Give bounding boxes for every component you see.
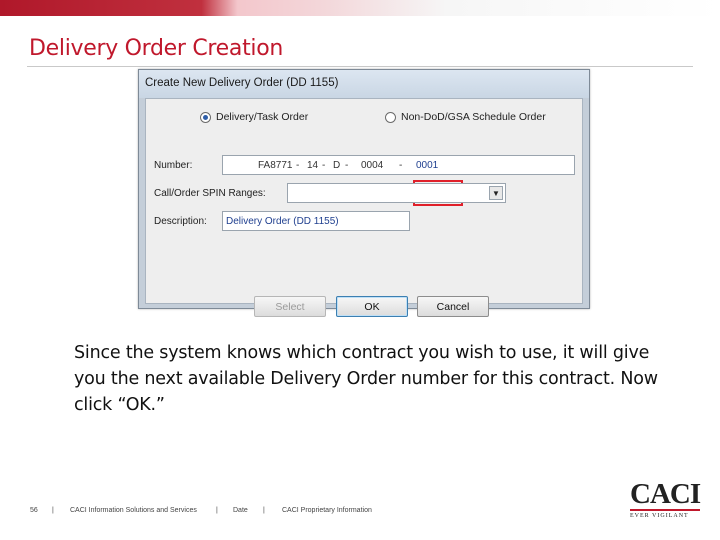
number-segment-prefix: FA8771	[258, 160, 293, 171]
number-label: Number:	[154, 160, 193, 171]
footer-separator: |	[52, 507, 54, 514]
radio-selected-icon	[200, 111, 211, 123]
ok-button[interactable]: OK	[336, 296, 408, 317]
spin-ranges-label: Call/Order SPIN Ranges:	[154, 188, 266, 199]
number-separator: -	[399, 160, 403, 171]
radio-non-dod-gsa-order[interactable]: Non-DoD/GSA Schedule Order	[385, 111, 546, 123]
number-segment-year: 14	[307, 160, 319, 171]
description-label: Description:	[154, 216, 207, 227]
number-field[interactable]: FA8771 - 14 - D - 0004 - 0001	[222, 155, 575, 175]
footer-proprietary: CACI Proprietary Information	[282, 507, 372, 514]
slide-title: Delivery Order Creation	[29, 36, 284, 61]
create-delivery-order-dialog: Create New Delivery Order (DD 1155) Deli…	[138, 69, 590, 317]
radio-unselected-icon	[385, 111, 396, 123]
number-separator: -	[296, 160, 300, 171]
number-separator: -	[322, 160, 326, 171]
number-segment-serial: 0004	[361, 160, 384, 171]
caci-logo: CACI EVER VIGILANT	[630, 480, 702, 519]
footer-date: Date	[233, 507, 248, 514]
instruction-caption: Since the system knows which contract yo…	[74, 343, 658, 415]
top-accent-bar	[0, 0, 720, 16]
number-segment-order: 0001	[416, 160, 439, 171]
radio-label: Non-DoD/GSA Schedule Order	[401, 111, 546, 123]
footer-separator: |	[216, 507, 218, 514]
select-button[interactable]: Select	[254, 296, 326, 317]
cancel-button[interactable]: Cancel	[417, 296, 489, 317]
dialog-title: Create New Delivery Order (DD 1155)	[145, 77, 339, 89]
dialog-body: Delivery/Task Order Non-DoD/GSA Schedule…	[145, 98, 583, 317]
description-value: Delivery Order (DD 1155)	[226, 216, 339, 227]
description-input[interactable]: Delivery Order (DD 1155)	[222, 211, 410, 231]
radio-delivery-task-order[interactable]: Delivery/Task Order	[200, 111, 308, 123]
number-separator: -	[345, 160, 349, 171]
page-number: 56	[30, 507, 38, 514]
dialog-titlebar: Create New Delivery Order (DD 1155)	[139, 70, 589, 98]
spin-ranges-select[interactable]: ▼	[287, 183, 506, 203]
chevron-down-icon[interactable]: ▼	[489, 186, 503, 200]
radio-label: Delivery/Task Order	[216, 111, 309, 123]
footer-company: CACI Information Solutions and Services	[70, 507, 197, 514]
title-divider	[27, 66, 693, 67]
number-segment-type: D	[333, 160, 341, 171]
logo-wordmark: CACI	[630, 478, 701, 510]
footer-separator: |	[263, 507, 265, 514]
logo-tagline: EVER VIGILANT	[630, 513, 689, 519]
